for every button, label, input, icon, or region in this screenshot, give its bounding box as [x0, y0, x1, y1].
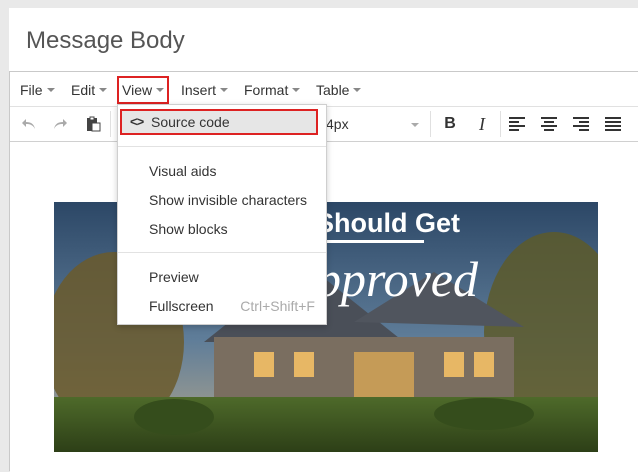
- font-size-value[interactable]: 4px: [326, 116, 349, 132]
- align-right-icon: [573, 117, 589, 131]
- menu-item-preview[interactable]: Preview: [118, 263, 326, 291]
- align-right-button[interactable]: [569, 112, 593, 136]
- banner-heading: Should Get: [316, 208, 460, 238]
- toolbar-divider: [430, 111, 431, 137]
- chevron-down-icon: [220, 88, 229, 93]
- page-title: Message Body: [26, 27, 185, 54]
- menu-table-label: Table: [316, 82, 350, 98]
- menu-file[interactable]: File: [20, 80, 55, 100]
- banner-subheading: pproved: [316, 251, 478, 307]
- menu-edit[interactable]: Edit: [71, 80, 108, 100]
- chevron-down-icon: [292, 88, 301, 93]
- align-left-icon: [509, 117, 525, 131]
- toolbar-divider: [110, 111, 111, 137]
- code-icon: <>: [130, 114, 144, 129]
- undo-button[interactable]: [17, 112, 41, 136]
- menu-item-label: Visual aids: [149, 163, 217, 179]
- chevron-down-icon: [353, 88, 362, 93]
- align-left-button[interactable]: [505, 112, 529, 136]
- toolbar-divider: [500, 111, 501, 137]
- menu-item-visual-aids[interactable]: Visual aids: [118, 157, 326, 185]
- menu-divider: [118, 252, 326, 253]
- align-justify-button[interactable]: [601, 112, 625, 136]
- menu-item-label: Show invisible characters: [149, 192, 307, 208]
- bold-button[interactable]: B: [438, 112, 462, 136]
- menu-item-label: Fullscreen: [149, 298, 214, 314]
- italic-button[interactable]: I: [470, 112, 494, 136]
- chevron-down-icon: [156, 88, 165, 93]
- menu-item-show-blocks[interactable]: Show blocks: [118, 215, 326, 243]
- menu-item-show-invisible-characters[interactable]: Show invisible characters: [118, 186, 326, 214]
- undo-icon: [22, 119, 35, 129]
- view-menu-dropdown: <> Source code Visual aids Show invisibl…: [117, 104, 327, 325]
- menu-file-label: File: [20, 82, 43, 98]
- redo-icon: [54, 119, 67, 129]
- menu-item-label: Preview: [149, 269, 199, 285]
- menu-item-label: Source code: [151, 114, 230, 130]
- align-center-icon: [541, 117, 557, 131]
- keyboard-shortcut: Ctrl+Shift+F: [240, 298, 315, 314]
- menu-divider: [118, 146, 326, 147]
- menu-format-label: Format: [244, 82, 289, 98]
- menu-insert-label: Insert: [181, 82, 217, 98]
- editor-menubar: File Edit View Insert Format Table: [10, 72, 638, 107]
- menu-edit-label: Edit: [71, 82, 96, 98]
- menu-item-source-code[interactable]: <> Source code: [120, 109, 318, 135]
- paste-button[interactable]: [81, 112, 105, 136]
- menu-table[interactable]: Table: [316, 80, 362, 100]
- chevron-down-icon: [411, 123, 419, 127]
- menu-format[interactable]: Format: [244, 80, 301, 100]
- menu-view-label: View: [122, 82, 153, 98]
- align-justify-icon: [605, 117, 621, 131]
- paste-icon: [87, 116, 101, 132]
- chevron-down-icon: [99, 88, 108, 93]
- menu-view[interactable]: View: [117, 76, 170, 104]
- menu-item-label: Show blocks: [149, 221, 228, 237]
- menu-insert[interactable]: Insert: [181, 80, 229, 100]
- menu-item-fullscreen[interactable]: Fullscreen Ctrl+Shift+F: [118, 292, 326, 320]
- chevron-down-icon: [46, 88, 55, 93]
- align-center-button[interactable]: [537, 112, 561, 136]
- redo-button[interactable]: [48, 112, 72, 136]
